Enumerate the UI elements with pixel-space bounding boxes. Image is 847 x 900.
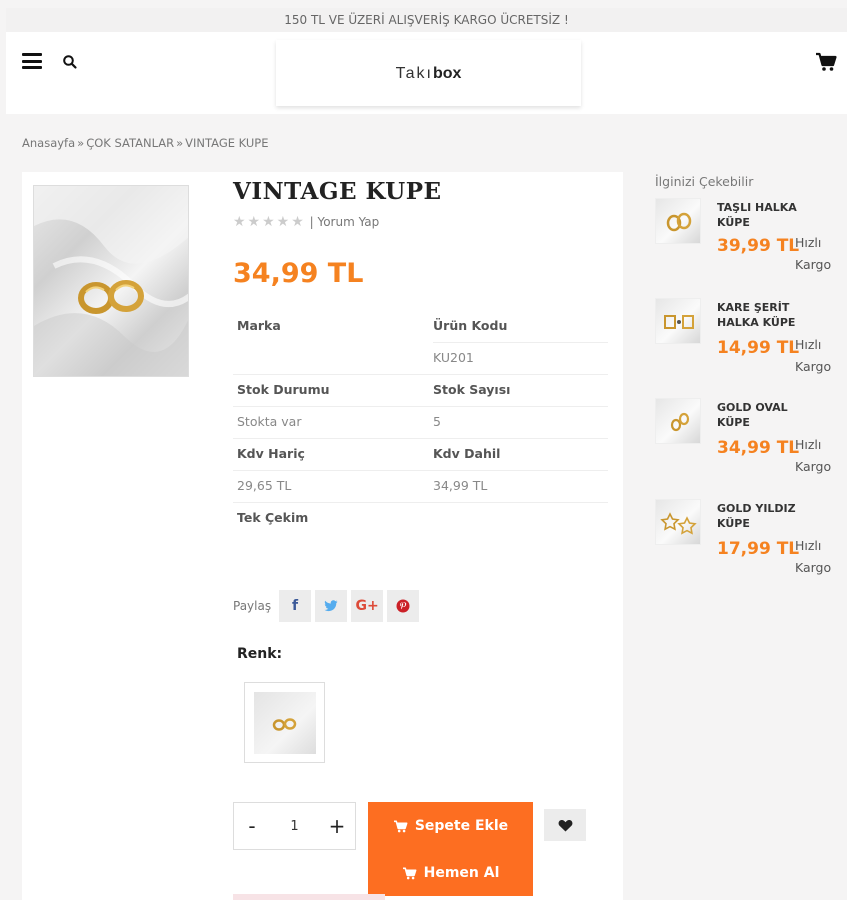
buy-now-label: Hemen Al: [423, 865, 500, 881]
breadcrumb-separator: »: [77, 136, 85, 150]
recommended-product[interactable]: TAŞLI HALKA KÜPE 39,99 TL Hızlı Kargo: [655, 198, 845, 278]
divider: [233, 438, 608, 439]
product-code-value: KU201: [433, 350, 474, 365]
decorative-strip: [233, 894, 385, 900]
incl-vat-value: 34,99 TL: [433, 478, 488, 493]
divider: [233, 470, 608, 471]
quantity-decrease-button[interactable]: -: [234, 803, 270, 849]
add-to-cart-label: Sepete Ekle: [414, 818, 509, 834]
product-card: VINTAGE KUPE ★★★★★ | Yorum Yap 34,99 TL …: [22, 172, 623, 900]
product-title: VINTAGE KUPE: [233, 178, 442, 205]
quantity-input[interactable]: 1: [270, 819, 319, 834]
recommended-product[interactable]: GOLD YILDIZ KÜPE 17,99 TL Hızlı Kargo: [655, 499, 845, 579]
breadcrumb-home[interactable]: Anasayfa: [22, 136, 75, 150]
quantity-increase-button[interactable]: +: [319, 803, 355, 849]
stock-status-label: Stok Durumu: [237, 382, 330, 397]
pinterest-share-button[interactable]: [387, 590, 420, 622]
color-swatch[interactable]: [244, 682, 325, 763]
recommended-product-name: KARE ŞERİT HALKA KÜPE: [717, 301, 796, 329]
product-image[interactable]: [33, 185, 189, 377]
pinterest-icon: [396, 599, 410, 613]
color-label: Renk:: [237, 646, 283, 662]
recommended-product-price: 14,99 TL: [717, 338, 800, 358]
facebook-icon: f: [292, 598, 299, 614]
recommended-product-image: [655, 398, 701, 444]
breadcrumb-separator: »: [176, 136, 184, 150]
logo[interactable]: Takıbox: [276, 40, 581, 106]
write-review-link[interactable]: | Yorum Yap: [310, 215, 380, 229]
fast-shipping-label: Hızlı Kargo: [795, 337, 832, 374]
star-rating-icon[interactable]: ★★★★★: [233, 214, 306, 230]
googleplus-icon: G+: [355, 598, 379, 614]
recommended-product-image: [655, 298, 701, 344]
fast-shipping-label: Hızlı Kargo: [795, 538, 832, 575]
breadcrumb-current: VINTAGE KUPE: [185, 136, 269, 150]
recommended-product-image: [655, 499, 701, 545]
buy-now-button[interactable]: Hemen Al: [368, 850, 533, 896]
wishlist-button[interactable]: [544, 809, 586, 841]
menu-icon[interactable]: [22, 53, 42, 69]
single-payment-label: Tek Çekim: [237, 510, 309, 525]
share-label: Paylaş: [233, 599, 272, 613]
recommendations-title: İlginizi Çekebilir: [655, 174, 754, 189]
fast-shipping-label: Hızlı Kargo: [795, 437, 832, 474]
swatch-thumbnail: [253, 691, 316, 754]
stock-count-value: 5: [433, 414, 441, 429]
stock-count-label: Stok Sayısı: [433, 382, 511, 397]
logo-text-box: box: [432, 65, 462, 82]
earring-photo: [34, 186, 188, 376]
share-bar: Paylaş f G+: [233, 590, 423, 622]
googleplus-share-button[interactable]: G+: [351, 590, 384, 622]
breadcrumb-category[interactable]: ÇOK SATANLAR: [86, 136, 174, 150]
product-code-label: Ürün Kodu: [433, 318, 508, 333]
heart-icon: [558, 819, 572, 832]
facebook-share-button[interactable]: f: [279, 590, 312, 622]
logo-text-taki: Takı: [395, 65, 433, 82]
divider: [233, 374, 608, 375]
cart-icon[interactable]: [815, 52, 837, 72]
divider: [433, 342, 608, 343]
recommended-product[interactable]: KARE ŞERİT HALKA KÜPE 14,99 TL Hızlı Karg…: [655, 298, 845, 378]
brand-label: Marka: [237, 318, 281, 333]
stock-status-value: Stokta var: [237, 414, 302, 429]
rating: ★★★★★ | Yorum Yap: [233, 214, 379, 230]
excl-vat-label: Kdv Hariç: [237, 446, 305, 461]
recommended-product-name: GOLD OVAL KÜPE: [717, 401, 788, 429]
recommended-product-name: TAŞLI HALKA KÜPE: [717, 201, 797, 229]
cart-icon: [393, 820, 408, 832]
quantity-stepper: - 1 +: [233, 802, 356, 850]
recommended-product-price: 39,99 TL: [717, 236, 800, 256]
recommended-product-name: GOLD YILDIZ KÜPE: [717, 502, 796, 530]
add-to-cart-button[interactable]: Sepete Ekle: [368, 802, 533, 850]
search-icon[interactable]: [62, 54, 78, 70]
shipping-announcement: 150 TL VE ÜZERİ ALIŞVERİŞ KARGO ÜCRETSİZ…: [6, 8, 847, 32]
recommended-product-price: 34,99 TL: [717, 438, 800, 458]
divider: [233, 406, 608, 407]
header: Takıbox: [6, 32, 847, 114]
recommended-product-image: [655, 198, 701, 244]
recommended-product-price: 17,99 TL: [717, 539, 800, 559]
divider: [233, 502, 608, 503]
incl-vat-label: Kdv Dahil: [433, 446, 501, 461]
breadcrumb: Anasayfa» ÇOK SATANLAR» VINTAGE KUPE: [22, 136, 269, 150]
twitter-share-button[interactable]: [315, 590, 348, 622]
twitter-icon: [324, 600, 338, 612]
fast-shipping-label: Hızlı Kargo: [795, 235, 832, 272]
recommended-product[interactable]: GOLD OVAL KÜPE 34,99 TL Hızlı Kargo: [655, 398, 845, 478]
product-price: 34,99 TL: [233, 258, 364, 289]
cart-icon: [402, 867, 417, 879]
excl-vat-value: 29,65 TL: [237, 478, 292, 493]
